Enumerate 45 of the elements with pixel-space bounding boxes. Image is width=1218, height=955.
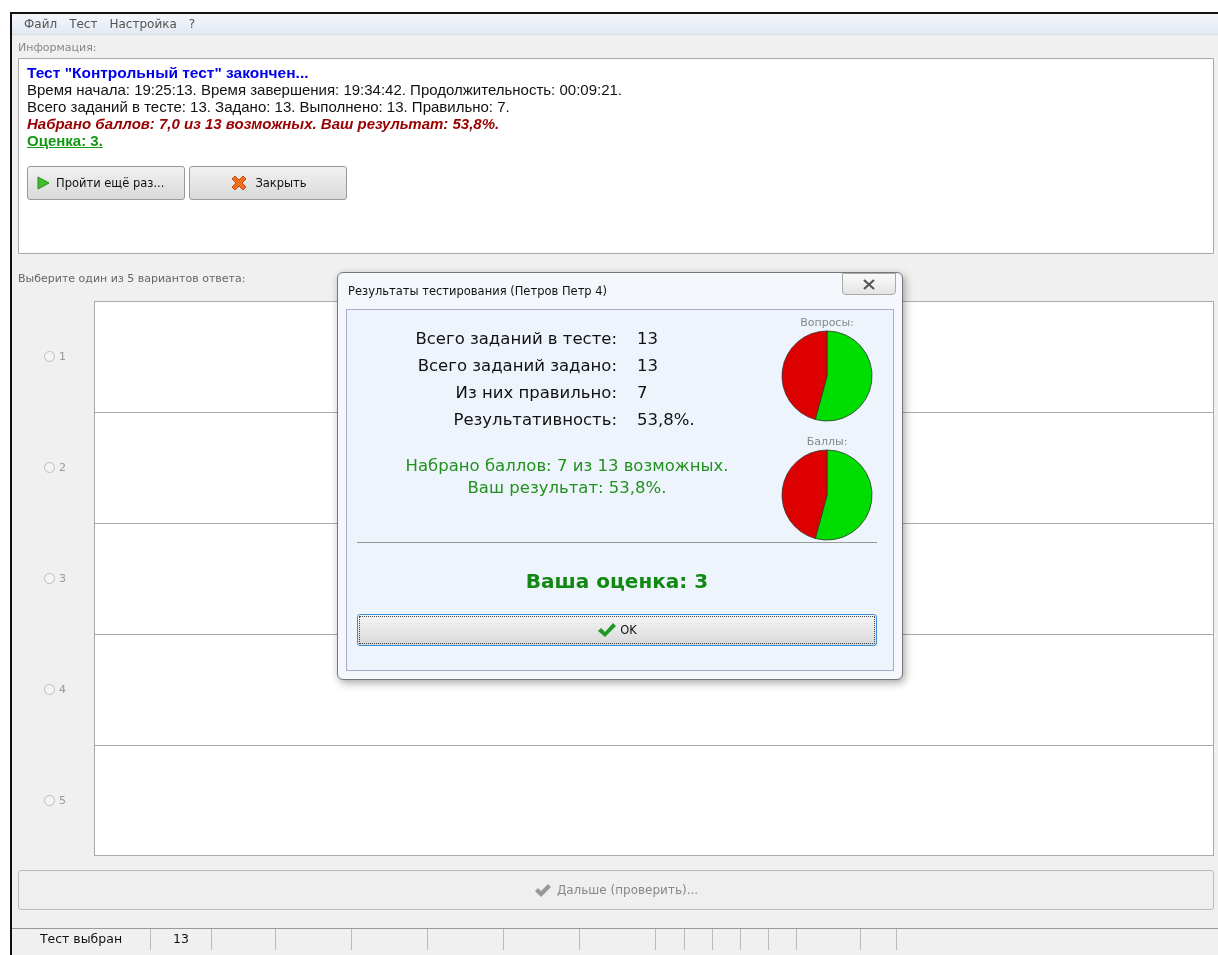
info-text: Время начала: 19:25:13. Время завершения: 19:34:42. Продолжительность: 00:09:21. (27, 81, 622, 98)
radio-button[interactable] (44, 462, 55, 473)
grade-text: Ваша оценка: 3 (525, 569, 709, 593)
info-label: Информация: (17, 40, 98, 56)
option-number: 2 (59, 461, 66, 474)
option-number: 4 (59, 683, 66, 696)
score-text: Набрано баллов: 7,0 из 13 возможных. Ваш результат: 53,8%. (27, 115, 500, 132)
close-icon (863, 278, 875, 290)
ok-button[interactable]: OK (357, 614, 877, 646)
close-button[interactable] (842, 273, 896, 295)
radio-button[interactable] (44, 795, 55, 806)
stat-value: 13 (637, 329, 659, 348)
summary-text: Ваш результат: 53,8%. (467, 477, 667, 499)
stat-value: 53,8%. (637, 410, 696, 429)
option-number: 3 (59, 572, 66, 585)
option-number: 1 (59, 350, 66, 363)
stat-label: Из них правильно: (454, 383, 617, 402)
menu-item[interactable]: Тест (63, 17, 104, 31)
chart-label: Баллы: (806, 435, 848, 448)
menu-item[interactable]: Файл (18, 17, 64, 31)
menu-item[interactable]: ? (182, 17, 202, 31)
check-icon (533, 882, 552, 898)
menu-item[interactable]: Настройка (103, 17, 183, 31)
option-number: 5 (59, 794, 66, 807)
radio-button[interactable] (44, 351, 55, 362)
stat-value: 13 (637, 356, 659, 375)
radio-button[interactable] (44, 684, 55, 695)
stat-label: Всего заданий задано: (416, 356, 617, 375)
status-text: Тест выбран (12, 929, 151, 950)
summary-text: Набрано баллов: 7 из 13 возможных. (405, 455, 729, 477)
grade-link[interactable]: Оценка: 3. (27, 132, 103, 149)
stat-label: Результативность: (452, 410, 617, 429)
radio-button[interactable] (44, 573, 55, 584)
close-button[interactable]: Закрыть (189, 166, 347, 200)
check-icon (597, 622, 618, 638)
retry-button[interactable]: Пройти ещё раз... (27, 166, 185, 200)
stat-label: Всего заданий в тесте: (414, 329, 617, 348)
info-text: Всего заданий в тесте: 13. Задано: 13. Выполнено: 13. Правильно: 7. (27, 98, 510, 115)
play-icon (36, 176, 50, 190)
info-title: Тест "Контрольный тест" закончен... (27, 64, 309, 81)
status-text: 13 (151, 929, 212, 950)
stat-value: 7 (637, 383, 649, 402)
dialog-title: Результаты тестирования (Петров Петр 4) (347, 284, 608, 298)
chart-label: Вопросы: (800, 316, 854, 329)
answers-label: Выберите один из 5 вариантов ответа: (18, 272, 246, 285)
